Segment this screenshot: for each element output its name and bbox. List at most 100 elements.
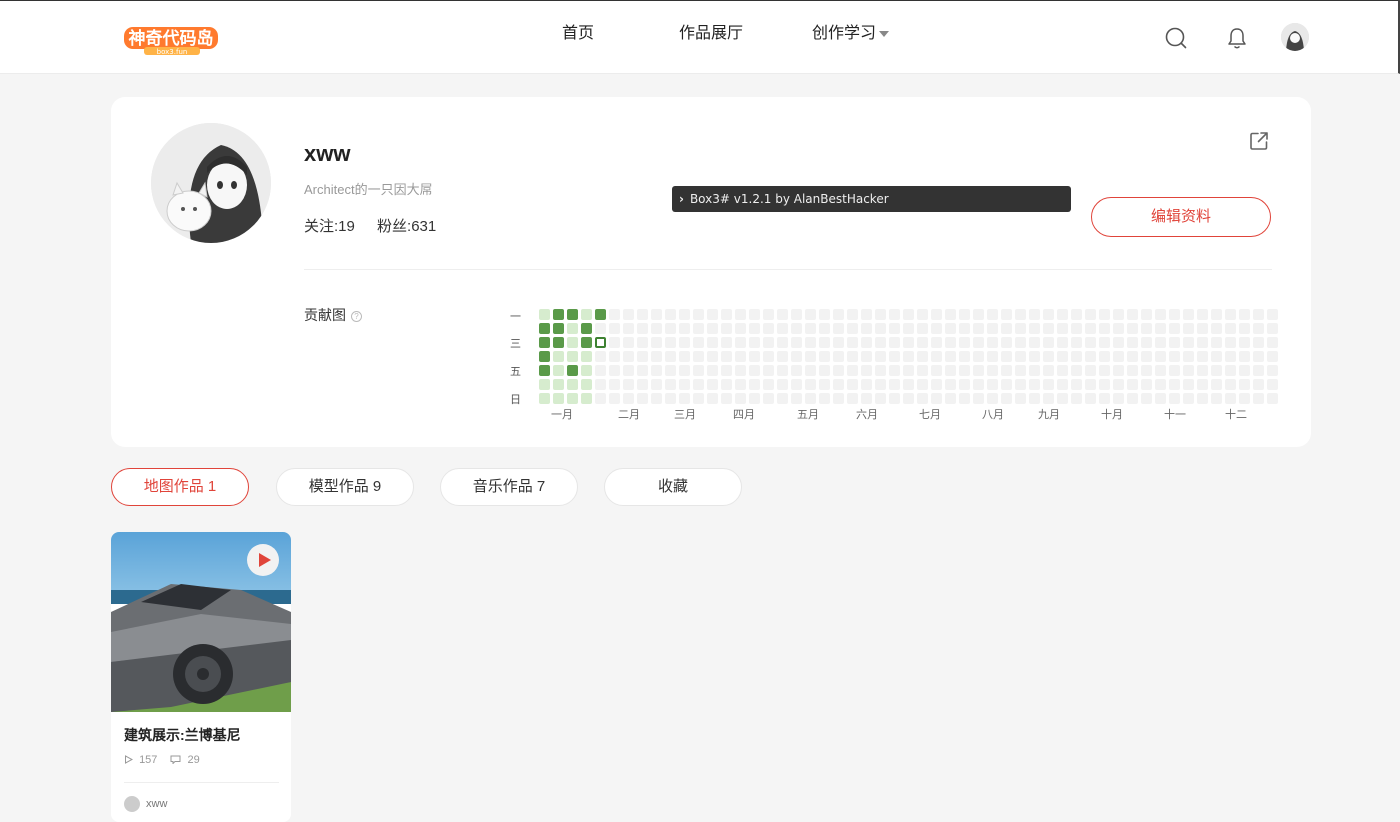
contribution-cell[interactable] (539, 365, 550, 376)
contribution-cell[interactable] (889, 337, 900, 348)
contribution-cell[interactable] (833, 365, 844, 376)
contribution-cell[interactable] (763, 351, 774, 362)
nav-gallery[interactable]: 作品展厅 (679, 23, 743, 45)
contribution-cell[interactable] (567, 379, 578, 390)
contribution-cell[interactable] (1127, 393, 1138, 404)
edit-profile-button[interactable]: 编辑资料 (1091, 197, 1271, 237)
contribution-cell[interactable] (581, 309, 592, 320)
contribution-cell[interactable] (651, 337, 662, 348)
tab-favorites[interactable]: 收藏 (604, 468, 742, 506)
help-icon[interactable]: ? (351, 311, 362, 322)
contribution-cell[interactable] (1127, 351, 1138, 362)
contribution-cell[interactable] (553, 323, 564, 334)
contribution-cell[interactable] (749, 365, 760, 376)
contribution-cell[interactable] (539, 351, 550, 362)
contribution-cell[interactable] (609, 337, 620, 348)
contribution-cell[interactable] (763, 323, 774, 334)
contribution-cell[interactable] (1029, 337, 1040, 348)
contribution-cell[interactable] (539, 337, 550, 348)
contribution-cell[interactable] (847, 337, 858, 348)
contribution-cell[interactable] (1253, 309, 1264, 320)
contribution-cell[interactable] (945, 379, 956, 390)
contribution-cell[interactable] (959, 365, 970, 376)
contribution-cell[interactable] (665, 379, 676, 390)
contribution-cell[interactable] (1043, 393, 1054, 404)
contribution-cell[interactable] (861, 309, 872, 320)
contribution-cell[interactable] (917, 365, 928, 376)
contribution-cell[interactable] (609, 393, 620, 404)
contribution-cell[interactable] (875, 323, 886, 334)
contribution-cell[interactable] (693, 365, 704, 376)
contribution-cell[interactable] (1071, 351, 1082, 362)
contribution-cell[interactable] (1225, 379, 1236, 390)
user-avatar[interactable] (1281, 23, 1309, 51)
contribution-cell[interactable] (889, 323, 900, 334)
play-icon[interactable] (247, 544, 279, 576)
contribution-cell[interactable] (693, 351, 704, 362)
contribution-cell[interactable] (707, 379, 718, 390)
contribution-cell[interactable] (623, 351, 634, 362)
contribution-cell[interactable] (945, 351, 956, 362)
contribution-cell[interactable] (1099, 393, 1110, 404)
contribution-cell[interactable] (735, 323, 746, 334)
contribution-cell[interactable] (1015, 309, 1026, 320)
contribution-cell[interactable] (1057, 309, 1068, 320)
contribution-cell[interactable] (1057, 337, 1068, 348)
contribution-cell[interactable] (805, 365, 816, 376)
contribution-cell[interactable] (1001, 351, 1012, 362)
contribution-cell[interactable] (833, 309, 844, 320)
contribution-cell[interactable] (819, 351, 830, 362)
contribution-cell[interactable] (1169, 379, 1180, 390)
contribution-cell[interactable] (637, 323, 648, 334)
contribution-cell[interactable] (1155, 393, 1166, 404)
contribution-cell[interactable] (707, 365, 718, 376)
contribution-cell[interactable] (1057, 323, 1068, 334)
contribution-cell[interactable] (553, 379, 564, 390)
contribution-cell[interactable] (1183, 337, 1194, 348)
contribution-cell[interactable] (735, 379, 746, 390)
contribution-cell[interactable] (1127, 379, 1138, 390)
contribution-cell[interactable] (1253, 379, 1264, 390)
contribution-cell[interactable] (1043, 365, 1054, 376)
contribution-cell[interactable] (735, 351, 746, 362)
contribution-cell[interactable] (567, 309, 578, 320)
contribution-cell[interactable] (917, 393, 928, 404)
contribution-cell[interactable] (805, 309, 816, 320)
contribution-cell[interactable] (1211, 351, 1222, 362)
contribution-cell[interactable] (637, 379, 648, 390)
contribution-cell[interactable] (903, 379, 914, 390)
contribution-cell[interactable] (987, 351, 998, 362)
contribution-cell[interactable] (791, 393, 802, 404)
contribution-cell[interactable] (819, 365, 830, 376)
contribution-cell[interactable] (1183, 351, 1194, 362)
contribution-cell[interactable] (1141, 379, 1152, 390)
contribution-cell[interactable] (1001, 337, 1012, 348)
contribution-cell[interactable] (805, 337, 816, 348)
contribution-cell[interactable] (623, 337, 634, 348)
contribution-cell[interactable] (819, 309, 830, 320)
contribution-cell[interactable] (609, 365, 620, 376)
contribution-cell[interactable] (749, 309, 760, 320)
contribution-cell[interactable] (931, 379, 942, 390)
contribution-cell[interactable] (1253, 393, 1264, 404)
contribution-cell[interactable] (679, 337, 690, 348)
contribution-cell[interactable] (1267, 309, 1278, 320)
contribution-cell[interactable] (749, 323, 760, 334)
contribution-cell[interactable] (763, 309, 774, 320)
contribution-cell[interactable] (567, 365, 578, 376)
contribution-cell[interactable] (1211, 309, 1222, 320)
contribution-cell[interactable] (665, 337, 676, 348)
contribution-cell[interactable] (917, 337, 928, 348)
contribution-cell[interactable] (735, 393, 746, 404)
contribution-cell[interactable] (1239, 379, 1250, 390)
contribution-cell[interactable] (679, 309, 690, 320)
contribution-cell[interactable] (637, 393, 648, 404)
contribution-cell[interactable] (889, 365, 900, 376)
contribution-cell[interactable] (763, 337, 774, 348)
contribution-cell[interactable] (651, 365, 662, 376)
contribution-cell[interactable] (707, 309, 718, 320)
contribution-cell[interactable] (987, 379, 998, 390)
contribution-cell[interactable] (1169, 365, 1180, 376)
contribution-cell[interactable] (1155, 323, 1166, 334)
contribution-cell[interactable] (945, 337, 956, 348)
